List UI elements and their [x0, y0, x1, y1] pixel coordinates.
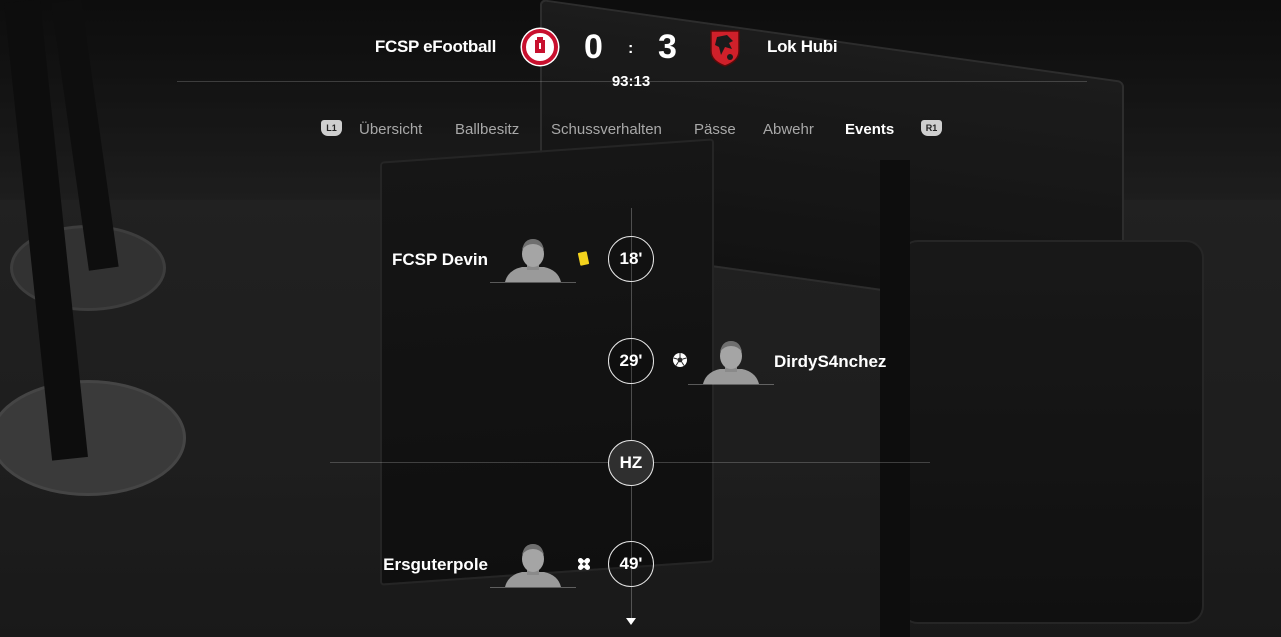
player-avatar-icon [703, 341, 759, 384]
event-player-name: FCSP Devin [391, 250, 488, 269]
half-time-marker: HZ [608, 440, 654, 486]
event-player-name: DirdyS4nchez [774, 352, 887, 371]
l1-button-icon[interactable]: L1 [321, 120, 342, 136]
event-minute: 18' [608, 236, 654, 282]
tab-shooting[interactable]: Schussverhalten [551, 121, 662, 138]
home-team-crest-icon [520, 27, 560, 67]
score-separator: : [628, 40, 634, 57]
away-score: 3 [658, 28, 677, 66]
match-clock: 93:13 [611, 73, 651, 90]
player-avatar-icon [505, 239, 561, 282]
r1-button-icon[interactable]: R1 [921, 120, 942, 136]
tab-defense[interactable]: Abwehr [763, 121, 814, 138]
event-minute: 49' [608, 541, 654, 587]
avatar-underline [490, 282, 576, 283]
scroll-down-arrow-icon[interactable] [626, 618, 636, 625]
stats-tab-bar: L1 Übersicht Ballbesitz Schussverhalten … [0, 120, 1281, 144]
scoreboard: FCSP eFootball 0 : 3 Lok Hubi 93:13 [0, 0, 1281, 100]
injury-icon [577, 557, 591, 571]
soccer-ball-icon [673, 353, 687, 367]
player-avatar-icon [505, 544, 561, 587]
event-player-name: Ersguterpole [383, 555, 488, 574]
tab-overview[interactable]: Übersicht [359, 121, 422, 138]
event-minute: 29' [608, 338, 654, 384]
avatar-underline [688, 384, 774, 385]
tab-events[interactable]: Events [845, 121, 894, 138]
home-score: 0 [584, 28, 603, 66]
away-team-crest-icon [710, 30, 740, 67]
away-team-name: Lok Hubi [767, 37, 838, 56]
tab-passing[interactable]: Pässe [694, 121, 736, 138]
avatar-underline [490, 587, 576, 588]
home-team-name: FCSP eFootball [374, 37, 496, 56]
tab-possession[interactable]: Ballbesitz [455, 121, 519, 138]
